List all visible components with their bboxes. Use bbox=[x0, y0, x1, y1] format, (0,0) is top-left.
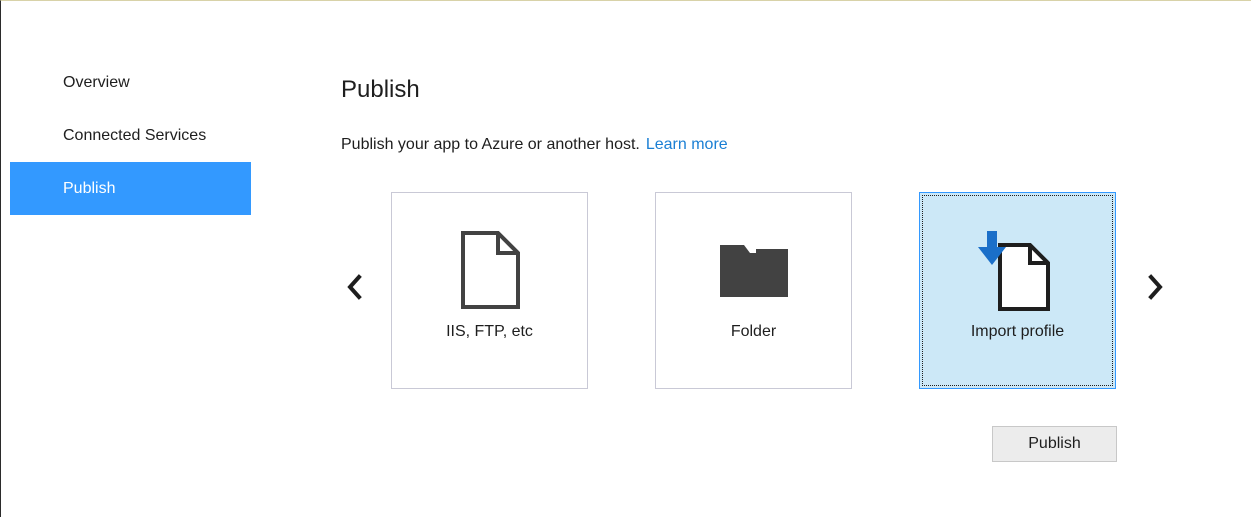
page-title: Publish bbox=[341, 76, 420, 103]
sidebar-item-connected-services[interactable]: Connected Services bbox=[10, 109, 251, 162]
target-card-label: Folder bbox=[730, 323, 777, 340]
document-icon bbox=[392, 231, 587, 311]
page-description: Publish your app to Azure or another hos… bbox=[341, 136, 728, 154]
target-card-label: Import profile bbox=[970, 323, 1065, 340]
sidebar-item-overview[interactable]: Overview bbox=[10, 56, 251, 109]
next-arrow-icon[interactable] bbox=[1143, 272, 1167, 302]
previous-arrow-icon[interactable] bbox=[343, 272, 367, 302]
target-card-folder[interactable]: Folder bbox=[655, 192, 852, 389]
folder-icon bbox=[656, 231, 851, 311]
sidebar-item-publish[interactable]: Publish bbox=[10, 162, 251, 215]
target-card-iis-ftp[interactable]: IIS, FTP, etc bbox=[391, 192, 588, 389]
description-text: Publish your app to Azure or another hos… bbox=[341, 136, 640, 153]
target-card-import-profile[interactable]: Import profile bbox=[919, 192, 1116, 389]
sidebar: Overview Connected Services Publish bbox=[10, 56, 251, 215]
target-card-label: IIS, FTP, etc bbox=[446, 323, 533, 340]
publish-button[interactable]: Publish bbox=[992, 426, 1117, 462]
import-document-icon bbox=[920, 231, 1115, 311]
learn-more-link[interactable]: Learn more bbox=[646, 136, 728, 153]
